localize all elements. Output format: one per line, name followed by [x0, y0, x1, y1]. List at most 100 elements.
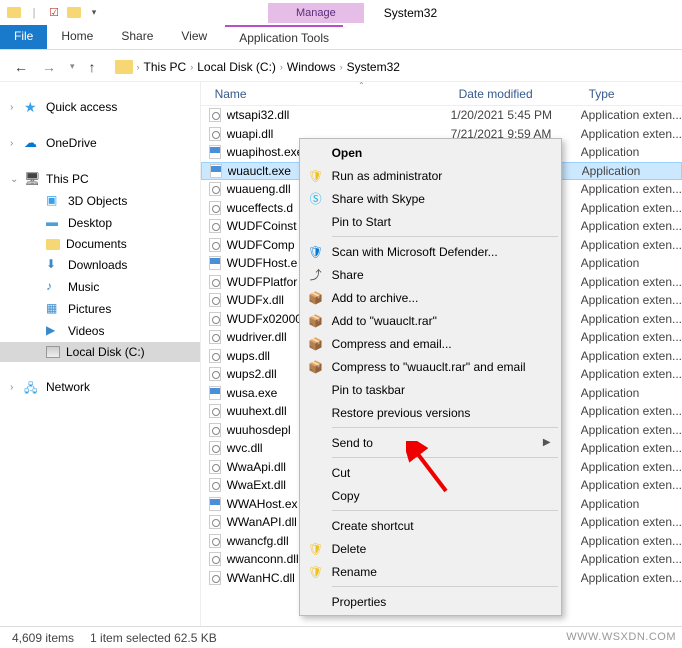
cm-open[interactable]: Open [302, 141, 559, 164]
cm-label: Compress and email... [332, 337, 452, 351]
cm-label: Add to "wuauclt.rar" [332, 314, 437, 328]
window-title: System32 [384, 6, 437, 20]
qa-dropdown[interactable]: ▾ [86, 5, 102, 21]
skype-icon: Ⓢ [308, 191, 324, 207]
cm-create-shortcut[interactable]: Create shortcut [302, 514, 559, 537]
file-type: Application exten... [581, 219, 682, 233]
separator [332, 510, 558, 511]
cm-add-rar[interactable]: 📦Add to "wuauclt.rar" [302, 309, 559, 332]
tree-3d-objects[interactable]: ▣3D Objects [0, 190, 200, 212]
breadcrumb-item[interactable]: System32 [347, 60, 400, 74]
chevron-right-icon: › [190, 62, 193, 72]
breadcrumb-item[interactable]: This PC [144, 60, 187, 74]
up-button[interactable]: ↑ [85, 59, 100, 75]
dll-icon [207, 126, 223, 142]
recent-dropdown[interactable]: ▾ [66, 61, 79, 72]
tree-documents[interactable]: Documents [0, 234, 200, 254]
main: ›★Quick access ›☁OneDrive ⌄🖥This PC ▣3D … [0, 82, 682, 626]
cm-label: Open [332, 146, 363, 160]
dll-icon [207, 181, 223, 197]
exe-icon [207, 385, 223, 401]
tree-label: Videos [68, 324, 104, 338]
cm-rename[interactable]: 🛡Rename [302, 560, 559, 583]
tree-onedrive[interactable]: ›☁OneDrive [0, 132, 200, 154]
tree-quick-access[interactable]: ›★Quick access [0, 96, 200, 118]
dll-icon [207, 292, 223, 308]
file-type: Application exten... [581, 404, 682, 418]
application-tools-tab[interactable]: Application Tools [225, 25, 343, 49]
cm-pin-taskbar[interactable]: Pin to taskbar [302, 378, 559, 401]
cm-scan-defender[interactable]: 🛡Scan with Microsoft Defender... [302, 240, 559, 263]
tree-music[interactable]: ♪Music [0, 276, 200, 298]
cm-run-admin[interactable]: 🛡Run as administrator [302, 164, 559, 187]
contextual-header: Manage [268, 0, 364, 25]
cm-label: Properties [332, 595, 387, 609]
column-headers: ⌃ Name Date modified Type [201, 82, 682, 106]
home-tab[interactable]: Home [47, 25, 107, 49]
file-list-pane: ⌃ Name Date modified Type wtsapi32.dll1/… [201, 82, 682, 626]
folder-icon [115, 60, 133, 74]
view-tab[interactable]: View [167, 25, 221, 49]
tree-this-pc[interactable]: ⌄🖥This PC [0, 168, 200, 190]
cm-compress-email[interactable]: 📦Compress and email... [302, 332, 559, 355]
cm-label: Cut [332, 466, 351, 480]
cm-restore-versions[interactable]: Restore previous versions [302, 401, 559, 424]
dll-icon [207, 218, 223, 234]
tree-pictures[interactable]: ▦Pictures [0, 298, 200, 320]
quick-access-toolbar: | ☑ ▾ [0, 0, 108, 25]
file-type: Application exten... [581, 349, 682, 363]
cm-pin-start[interactable]: Pin to Start [302, 210, 559, 233]
qa-separator: | [26, 5, 42, 21]
tree-desktop[interactable]: ▬Desktop [0, 212, 200, 234]
chevron-right-icon: › [340, 62, 343, 72]
share-tab[interactable]: Share [107, 25, 167, 49]
tree-label: 3D Objects [68, 194, 127, 208]
cm-compress-rar-email[interactable]: 📦Compress to "wuauclt.rar" and email [302, 355, 559, 378]
cm-label: Send to [332, 436, 373, 450]
back-button[interactable]: ← [10, 59, 32, 75]
breadcrumb[interactable]: › This PC › Local Disk (C:) › Windows › … [106, 57, 672, 77]
separator [332, 586, 558, 587]
breadcrumb-item[interactable]: Windows [287, 60, 336, 74]
cm-copy[interactable]: Copy [302, 484, 559, 507]
cm-share[interactable]: ⤴Share [302, 263, 559, 286]
cm-send-to[interactable]: Send to▶ [302, 431, 559, 454]
cm-share-skype[interactable]: Ⓢ Share with Skype [302, 187, 559, 210]
dll-icon [207, 459, 223, 475]
cm-delete[interactable]: 🛡Delete [302, 537, 559, 560]
checkmark-icon[interactable]: ☑ [46, 5, 62, 21]
folder-icon [6, 5, 22, 21]
cm-label: Restore previous versions [332, 406, 471, 420]
tree-label: Documents [66, 237, 127, 251]
cm-label: Rename [332, 565, 377, 579]
cm-label: Pin to taskbar [332, 383, 405, 397]
dll-icon [207, 107, 223, 123]
forward-button[interactable]: → [38, 59, 60, 75]
cm-label: Delete [332, 542, 367, 556]
cm-properties[interactable]: Properties [302, 590, 559, 613]
file-type: Application exten... [581, 330, 682, 344]
tree-local-disk[interactable]: Local Disk (C:) [0, 342, 200, 362]
cm-label: Share with Skype [332, 192, 425, 206]
tree-videos[interactable]: ▶Videos [0, 320, 200, 342]
dll-icon [207, 403, 223, 419]
cm-cut[interactable]: Cut [302, 461, 559, 484]
separator [332, 427, 558, 428]
dll-icon [207, 274, 223, 290]
file-row[interactable]: wtsapi32.dll1/20/2021 5:45 PMApplication… [201, 106, 682, 125]
file-date: 1/20/2021 5:45 PM [451, 108, 581, 122]
file-type: Application exten... [581, 201, 682, 215]
dll-icon [207, 440, 223, 456]
breadcrumb-item[interactable]: Local Disk (C:) [197, 60, 276, 74]
tree-label: Pictures [68, 302, 111, 316]
tree-network[interactable]: ›🖧Network [0, 376, 200, 398]
file-tab[interactable]: File [0, 25, 47, 49]
new-folder-icon[interactable] [66, 5, 82, 21]
dll-icon [207, 477, 223, 493]
file-type: Application exten... [581, 571, 682, 585]
cm-add-archive[interactable]: 📦Add to archive... [302, 286, 559, 309]
tree-label: Local Disk (C:) [66, 345, 145, 359]
file-type: Application [581, 145, 640, 159]
tree-downloads[interactable]: ⬇Downloads [0, 254, 200, 276]
dll-icon [207, 551, 223, 567]
